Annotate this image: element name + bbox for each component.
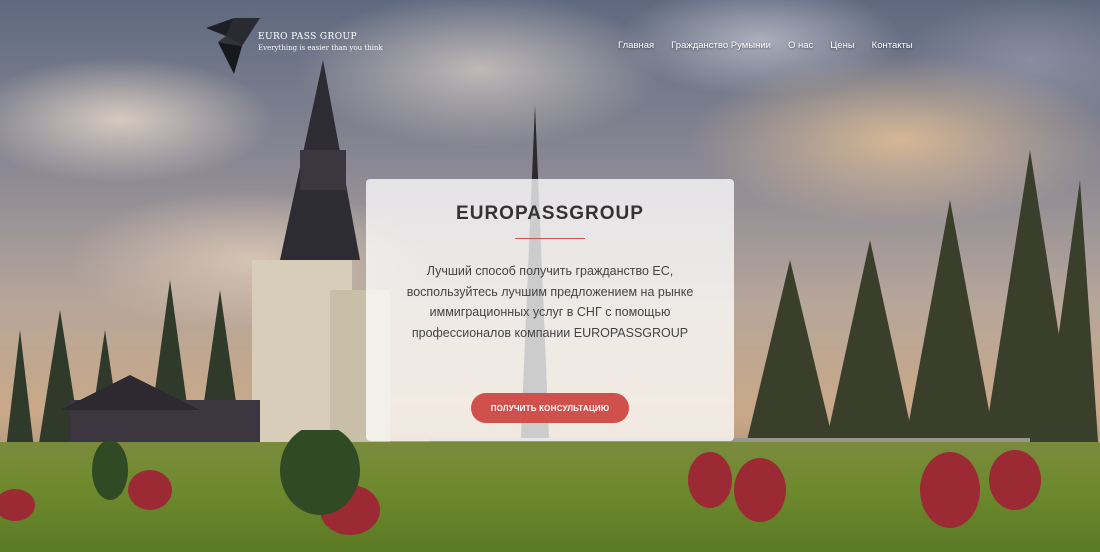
nav-link-about[interactable]: О нас <box>788 40 813 51</box>
top-navigation: EURO PASS GROUP Everything is easier tha… <box>0 0 1100 90</box>
nav-link-home[interactable]: Главная <box>618 40 654 51</box>
hero-card: EUROPASSGROUP Лучший способ получить гра… <box>366 179 734 441</box>
main-menu: Главная Гражданство Румынии О нас Цены К… <box>618 40 913 51</box>
hero-description: Лучший способ получить гражданство ЕС, в… <box>406 264 694 340</box>
nav-link-contacts[interactable]: Контакты <box>872 40 913 51</box>
brand-name: EURO PASS GROUP <box>258 32 357 42</box>
brand-text: EURO PASS GROUP Everything is easier tha… <box>258 32 383 52</box>
nav-link-prices[interactable]: Цены <box>830 40 854 51</box>
brand-tagline: Everything is easier than you think <box>258 44 383 52</box>
title-divider <box>515 238 585 239</box>
shrubs-illustration <box>0 430 1041 535</box>
nav-link-romania-citizenship[interactable]: Гражданство Румынии <box>671 40 771 51</box>
get-consultation-button[interactable]: ПОЛУЧИТЬ КОНСУЛЬТАЦИЮ <box>471 393 629 423</box>
hero-title: EUROPASSGROUP <box>456 203 644 224</box>
origami-bird-icon <box>206 18 260 74</box>
brand-logo[interactable]: EURO PASS GROUP Everything is easier tha… <box>204 16 383 76</box>
